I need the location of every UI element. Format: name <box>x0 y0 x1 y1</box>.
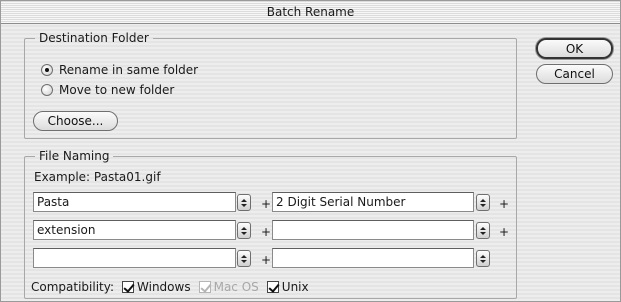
naming-field-3-right[interactable] <box>272 248 474 268</box>
plus-sign: + <box>499 197 510 211</box>
naming-field-3-left-stepper[interactable] <box>237 250 251 267</box>
naming-field-2-right[interactable] <box>272 220 474 240</box>
rename-same-folder-radio[interactable] <box>41 64 53 76</box>
arrow-down-icon <box>480 203 486 207</box>
macos-checkbox <box>198 281 211 293</box>
naming-field-3-right-stepper[interactable] <box>476 250 490 267</box>
naming-field-2-left[interactable]: extension <box>33 220 236 240</box>
arrow-down-icon <box>480 259 486 263</box>
macos-label: Mac OS <box>213 280 259 294</box>
batch-rename-dialog: Batch Rename Destination Folder Rename i… <box>0 0 621 302</box>
move-new-folder-label: Move to new folder <box>59 83 175 97</box>
rename-same-folder-label: Rename in same folder <box>59 63 199 77</box>
naming-field-3-left[interactable] <box>33 248 236 268</box>
arrow-down-icon <box>241 259 247 263</box>
arrow-up-icon <box>480 254 486 258</box>
file-naming-legend: File Naming <box>39 149 110 163</box>
cancel-button[interactable]: Cancel <box>536 64 613 84</box>
title-bar[interactable]: Batch Rename <box>1 1 620 24</box>
arrow-up-icon <box>480 226 486 230</box>
move-new-folder-option[interactable]: Move to new folder <box>41 81 174 99</box>
windows-option[interactable]: Windows <box>122 280 191 294</box>
naming-example: Example: Pasta01.gif <box>34 170 161 184</box>
unix-option[interactable]: Unix <box>266 280 309 294</box>
arrow-down-icon <box>241 203 247 207</box>
naming-field-2-left-stepper[interactable] <box>237 222 251 239</box>
plus-sign: + <box>261 197 272 211</box>
arrow-up-icon <box>241 254 247 258</box>
compatibility-row: Compatibility: Windows Mac OS Unix <box>31 279 309 295</box>
plus-sign: + <box>261 253 272 267</box>
arrow-down-icon <box>241 231 247 235</box>
macos-option: Mac OS <box>198 280 259 294</box>
rename-same-folder-option[interactable]: Rename in same folder <box>41 61 198 79</box>
plus-sign: + <box>261 225 272 239</box>
move-new-folder-radio[interactable] <box>41 84 53 96</box>
windows-checkbox[interactable] <box>122 281 135 293</box>
plus-sign: + <box>499 225 510 239</box>
arrow-down-icon <box>480 231 486 235</box>
compatibility-label: Compatibility: <box>31 280 115 294</box>
unix-label: Unix <box>281 280 309 294</box>
destination-folder-legend: Destination Folder <box>39 31 149 45</box>
arrow-up-icon <box>480 198 486 202</box>
windows-label: Windows <box>137 280 191 294</box>
unix-checkbox[interactable] <box>266 281 279 293</box>
arrow-up-icon <box>241 198 247 202</box>
naming-field-2-right-stepper[interactable] <box>476 222 490 239</box>
arrow-up-icon <box>241 226 247 230</box>
naming-field-1-right-stepper[interactable] <box>476 194 490 211</box>
ok-button[interactable]: OK <box>536 38 613 59</box>
naming-field-1-right[interactable]: 2 Digit Serial Number <box>272 192 474 212</box>
naming-field-1-left-stepper[interactable] <box>237 194 251 211</box>
choose-folder-button[interactable]: Choose... <box>33 111 118 131</box>
naming-field-1-left[interactable]: Pasta <box>33 192 236 212</box>
